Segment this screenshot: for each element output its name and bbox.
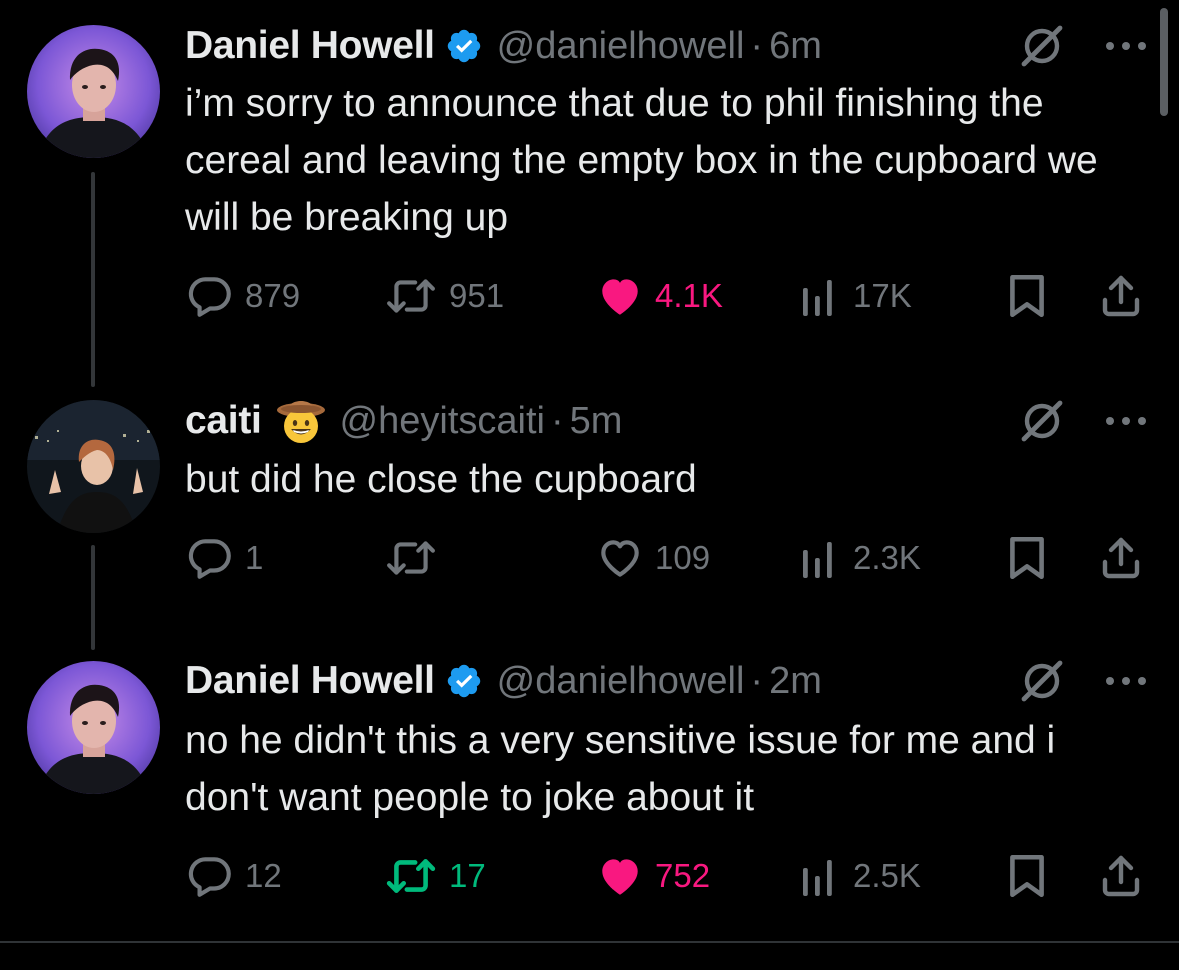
verified-badge-icon[interactable] <box>445 27 483 65</box>
handle[interactable]: @heyitscaiti <box>340 400 545 443</box>
like-button[interactable]: 4.1K <box>595 266 723 326</box>
tweet-1[interactable]: Daniel Howell @danielhowell · 6m i’m sor… <box>0 0 1179 387</box>
like-button[interactable]: 752 <box>595 846 710 906</box>
views-icon <box>803 542 832 578</box>
view-count: 2.5K <box>853 857 921 894</box>
heart-filled-icon <box>602 279 638 315</box>
repost-icon <box>387 279 435 313</box>
reply-count: 1 <box>245 539 264 576</box>
repost-icon <box>387 541 435 575</box>
avatar-image <box>27 400 160 533</box>
repost-count: 951 <box>449 277 505 314</box>
share-button[interactable] <box>1097 266 1145 326</box>
heart-filled-icon <box>602 859 638 895</box>
reply-button[interactable]: 879 <box>185 266 300 326</box>
share-icon <box>1102 275 1140 317</box>
avatar-heyitscaiti[interactable] <box>27 400 160 533</box>
like-count: 4.1K <box>655 277 723 314</box>
thread-line <box>91 172 95 387</box>
handle[interactable]: @danielhowell <box>497 25 745 68</box>
share-icon <box>1102 537 1140 579</box>
handle[interactable]: @danielhowell <box>497 660 745 703</box>
views-button[interactable]: 17K <box>799 266 912 326</box>
more-options-icon[interactable] <box>1104 671 1148 691</box>
separator-dot: · <box>750 24 764 67</box>
bookmark-icon <box>1010 854 1044 898</box>
tweet-text: no he didn't this a very sensitive issue… <box>185 719 1056 819</box>
cowboy-face-emoji-icon <box>276 401 325 443</box>
tweet-header: Daniel Howell @danielhowell · 2m <box>185 653 822 709</box>
views-button[interactable]: 2.3K <box>799 528 921 588</box>
avatar-image <box>27 25 160 158</box>
tweet-3[interactable]: Daniel Howell @danielhowell · 2m no he d… <box>0 645 1179 941</box>
verified-badge-icon[interactable] <box>445 662 483 700</box>
reply-count: 12 <box>245 857 282 894</box>
views-button[interactable]: 2.5K <box>799 846 921 906</box>
reply-count: 879 <box>245 277 301 314</box>
share-icon <box>1102 855 1140 897</box>
heart-outline-icon <box>601 540 639 577</box>
repost-active-icon <box>386 859 436 893</box>
bookmark-button[interactable] <box>1005 846 1049 906</box>
timestamp[interactable]: 6m <box>769 25 822 68</box>
display-name[interactable]: Daniel Howell <box>185 659 435 703</box>
thread-line <box>91 545 95 650</box>
view-count: 17K <box>853 277 912 314</box>
reply-button[interactable]: 1 <box>185 528 263 588</box>
reply-icon <box>188 857 231 897</box>
repost-count: 17 <box>449 857 486 894</box>
reply-button[interactable]: 12 <box>185 846 282 906</box>
tweet-actions: 879 951 4.1K 17K <box>185 266 1145 326</box>
share-button[interactable] <box>1097 528 1145 588</box>
display-name[interactable]: caiti <box>185 399 262 443</box>
more-options-icon[interactable] <box>1104 36 1148 56</box>
reply-icon <box>188 539 231 579</box>
bookmark-icon <box>1010 274 1044 318</box>
tweet-text: i’m sorry to announce that due to phil f… <box>185 82 1098 239</box>
reply-icon <box>188 277 231 317</box>
bookmark-button[interactable] <box>1005 528 1049 588</box>
grok-icon[interactable] <box>1018 397 1066 445</box>
repost-button[interactable] <box>383 528 449 588</box>
views-icon <box>803 280 832 316</box>
tweet-actions: 1 109 2.3K <box>185 528 1145 588</box>
avatar-danielhowell[interactable] <box>27 25 160 158</box>
scrollbar[interactable] <box>1160 8 1168 116</box>
tweet-header: caiti @heyitscaiti · 5m <box>185 393 622 449</box>
tweet-text: but did he close the cupboard <box>185 458 697 501</box>
repost-button[interactable]: 951 <box>383 266 504 326</box>
repost-button[interactable]: 17 <box>383 846 486 906</box>
bookmark-button[interactable] <box>1005 266 1049 326</box>
grok-icon[interactable] <box>1018 657 1066 705</box>
like-button[interactable]: 109 <box>595 528 710 588</box>
avatar-danielhowell[interactable] <box>27 661 160 794</box>
share-button[interactable] <box>1097 846 1145 906</box>
timestamp[interactable]: 2m <box>769 660 822 703</box>
like-count: 109 <box>655 539 711 576</box>
like-count: 752 <box>655 857 711 894</box>
view-count: 2.3K <box>853 539 921 576</box>
timestamp[interactable]: 5m <box>570 400 623 443</box>
avatar-image <box>27 661 160 794</box>
tweet-header: Daniel Howell @danielhowell · 6m <box>185 18 822 74</box>
tweet-actions: 12 17 752 2.5K <box>185 846 1145 906</box>
divider <box>0 941 1179 943</box>
separator-dot: · <box>550 399 564 442</box>
separator-dot: · <box>750 659 764 702</box>
grok-icon[interactable] <box>1018 22 1066 70</box>
views-icon <box>803 860 832 896</box>
display-name[interactable]: Daniel Howell <box>185 24 435 68</box>
bookmark-icon <box>1010 536 1044 580</box>
tweet-2[interactable]: caiti @heyitscaiti · 5m but did he close… <box>0 385 1179 650</box>
more-options-icon[interactable] <box>1104 411 1148 431</box>
